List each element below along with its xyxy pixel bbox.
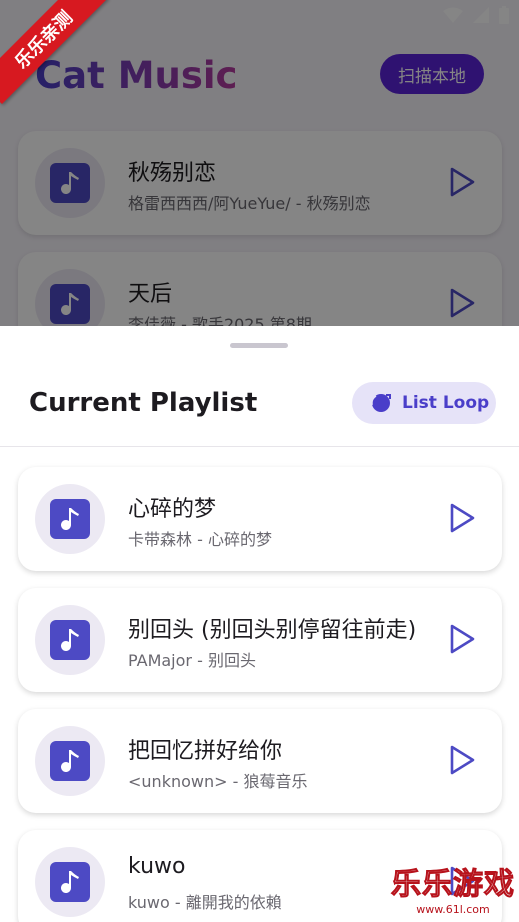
playlist-item[interactable]: 别回头 (别回头别停留往前走) PAMajor - 别回头	[18, 588, 502, 692]
album-thumb	[35, 484, 105, 554]
album-thumb	[35, 726, 105, 796]
music-note-icon	[61, 750, 79, 772]
song-title: 心碎的梦	[128, 497, 217, 522]
song-subtitle: 卡带森林 - 心碎的梦	[128, 530, 272, 549]
album-thumb	[35, 605, 105, 675]
sheet-title: Current Playlist	[29, 388, 258, 418]
song-subtitle: <unknown> - 狼莓音乐	[128, 772, 308, 791]
playlist-bottom-sheet: Current Playlist List Loop 心碎的梦 卡带森林 - 心…	[0, 326, 519, 922]
playlist-item[interactable]: 把回忆拼好给你 <unknown> - 狼莓音乐	[18, 709, 502, 813]
watermark-text: 乐乐游戏	[391, 867, 515, 903]
divider	[0, 446, 519, 447]
song-title: 别回头 (别回头别停留往前走)	[128, 618, 417, 643]
song-subtitle: PAMajor - 别回头	[128, 651, 256, 670]
play-icon[interactable]	[447, 743, 477, 777]
playlist-item[interactable]: 心碎的梦 卡带森林 - 心碎的梦	[18, 467, 502, 571]
site-watermark: 乐乐游戏 www.61l.com	[391, 859, 515, 917]
album-thumb	[35, 847, 105, 917]
music-note-icon	[61, 871, 79, 893]
song-title: kuwo	[128, 854, 186, 879]
drag-handle[interactable]	[230, 343, 288, 348]
song-subtitle: kuwo - 離開我的依賴	[128, 893, 282, 912]
play-icon[interactable]	[447, 501, 477, 535]
watermark-url: www.61l.com	[416, 903, 490, 916]
song-title: 把回忆拼好给你	[128, 739, 283, 764]
play-icon[interactable]	[447, 622, 477, 656]
music-note-icon	[61, 629, 79, 651]
play-mode-button[interactable]: List Loop	[352, 382, 496, 424]
play-mode-label: List Loop	[402, 393, 490, 413]
music-note-icon	[61, 508, 79, 530]
loop-icon	[371, 394, 391, 412]
